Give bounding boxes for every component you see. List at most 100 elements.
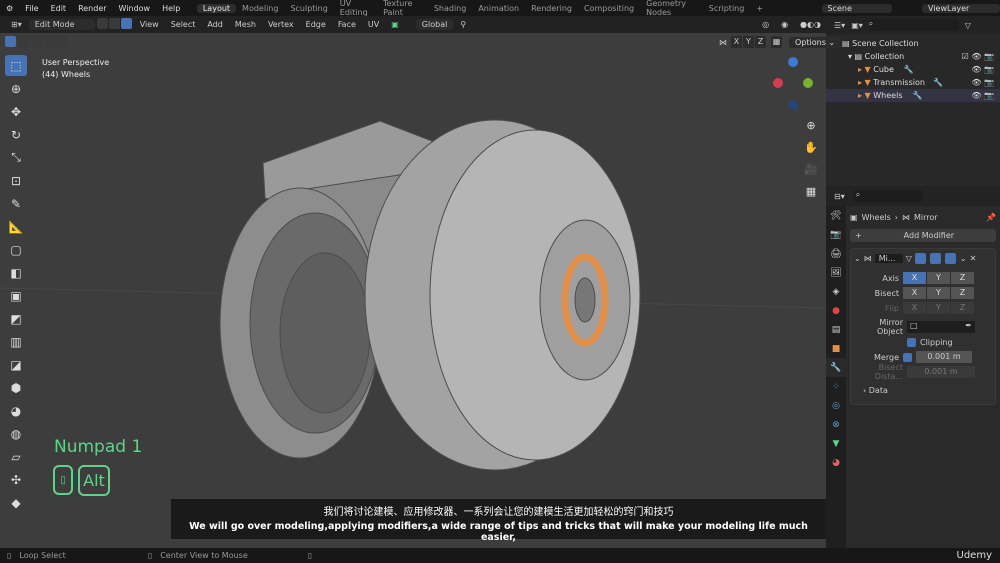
mode-selector[interactable]: Edit Mode (28, 19, 95, 30)
extrude-tool-icon[interactable]: ◧ (5, 262, 27, 283)
output-tab-icon[interactable]: 🖨 (826, 244, 846, 263)
menu-add[interactable]: Add (202, 19, 228, 30)
physics-tab-icon[interactable]: ◎ (826, 396, 846, 415)
eyedropper-icon[interactable]: ✒ (965, 321, 972, 333)
select-mode-buttons[interactable] (96, 18, 133, 31)
scene-tab-icon[interactable]: ◈ (826, 282, 846, 301)
bevel-tool-icon[interactable]: ◩ (5, 308, 27, 329)
options-dropdown[interactable]: Options ⌄ (789, 36, 842, 48)
bisect-y-toggle[interactable]: Y (927, 287, 950, 299)
add-modifier-button[interactable]: + Add Modifier (850, 229, 996, 242)
overlay-icon[interactable]: ◉ (776, 19, 793, 30)
move-tool-icon[interactable]: ✥ (5, 101, 27, 122)
transform-tool-icon[interactable]: ⊡ (5, 170, 27, 191)
clipping-checkbox[interactable] (907, 337, 916, 347)
gizmo-icon[interactable]: ◎ (757, 19, 774, 30)
material-tab-icon[interactable]: ◕ (826, 453, 846, 472)
uv-sync-icon[interactable]: ▣ (386, 19, 404, 30)
menu-view[interactable]: View (135, 19, 164, 30)
constraints-tab-icon[interactable]: ⊗ (826, 415, 846, 434)
display-mode-icon[interactable]: ☰▾ (834, 21, 845, 30)
menu-vertex[interactable]: Vertex (263, 19, 299, 30)
tab-animation[interactable]: Animation (472, 4, 525, 13)
outliner-item-cube[interactable]: ▸ ▼ Cube 🔧 👁 📷 (826, 63, 1000, 76)
merge-checkbox[interactable] (903, 352, 912, 362)
tab-compositing[interactable]: Compositing (578, 4, 640, 13)
blender-logo-icon[interactable]: ⚙ (0, 4, 19, 13)
select-extend-icon[interactable] (18, 36, 29, 47)
shear-tool-icon[interactable]: ◆ (5, 492, 27, 513)
visibility-icons[interactable]: 👁 📷 (971, 78, 994, 87)
navigation-gizmo[interactable] (770, 55, 815, 110)
menu-mesh[interactable]: Mesh (230, 19, 261, 30)
visibility-icons[interactable]: 👁 📷 (971, 65, 994, 74)
grid-icon[interactable]: ▦ (802, 181, 820, 203)
annotate-tool-icon[interactable]: ✎ (5, 193, 27, 214)
object-tab-icon[interactable]: ■ (826, 339, 846, 358)
axis-y-toggle[interactable]: Y (927, 272, 950, 284)
spin-tool-icon[interactable]: ◕ (5, 400, 27, 421)
menu-edge[interactable]: Edge (301, 19, 331, 30)
delete-modifier-icon[interactable]: ✕ (970, 254, 977, 263)
poly-build-tool-icon[interactable]: ⬢ (5, 377, 27, 398)
tab-modeling[interactable]: Modeling (236, 4, 284, 13)
menu-help[interactable]: Help (156, 4, 186, 13)
neg-z-axis-icon[interactable] (788, 100, 798, 110)
rotate-tool-icon[interactable]: ↻ (5, 124, 27, 145)
select-invert-icon[interactable] (44, 36, 55, 47)
axis-z-toggle[interactable]: Z (951, 272, 974, 284)
flip-z-toggle[interactable]: Z (951, 302, 974, 314)
outliner-item-transmission[interactable]: ▸ ▼ Transmission 🔧 👁 📷 (826, 76, 1000, 89)
tab-geometry-nodes[interactable]: Geometry Nodes (640, 0, 703, 17)
menu-file[interactable]: File (19, 4, 44, 13)
filter-icon[interactable]: ▽ (965, 21, 971, 30)
flip-x-toggle[interactable]: X (903, 302, 926, 314)
shrink-tool-icon[interactable]: ✣ (5, 469, 27, 490)
menu-select[interactable]: Select (166, 19, 201, 30)
merge-distance-field[interactable]: 0.001 m (916, 351, 972, 363)
data-subpanel[interactable]: › Data (851, 383, 995, 397)
menu-window[interactable]: Window (113, 4, 157, 13)
tab-scripting[interactable]: Scripting (703, 4, 751, 13)
menu-render[interactable]: Render (72, 4, 112, 13)
dropdown-icon[interactable]: ⌄ (960, 254, 967, 263)
selection-mode-toggles[interactable] (5, 36, 69, 47)
tool-tab-icon[interactable]: 🛠 (826, 206, 846, 225)
pin-icon[interactable]: 📌 (986, 213, 996, 222)
edge-slide-tool-icon[interactable]: ▱ (5, 446, 27, 467)
3d-viewport[interactable] (0, 33, 827, 548)
flip-y-toggle[interactable]: Y (927, 302, 950, 314)
tab-sculpting[interactable]: Sculpting (284, 4, 333, 13)
add-cube-tool-icon[interactable]: ▢ (5, 239, 27, 260)
axis-x-toggle[interactable]: X (903, 272, 926, 284)
tab-layout[interactable]: Layout (196, 3, 237, 13)
data-tab-icon[interactable]: ▼ (826, 434, 846, 453)
render-tab-icon[interactable]: 📷 (826, 225, 846, 244)
properties-search[interactable]: ⌕ (852, 190, 923, 202)
knife-tool-icon[interactable]: ◪ (5, 354, 27, 375)
mirror-y-toggle[interactable]: Y (743, 36, 754, 48)
visibility-icons[interactable]: ☑ 👁 📷 (962, 52, 994, 61)
select-intersect-icon[interactable] (57, 36, 68, 47)
z-axis-icon[interactable] (788, 57, 798, 67)
tab-rendering[interactable]: Rendering (525, 4, 578, 13)
viewport-toggle-icon[interactable] (929, 253, 941, 264)
modifier-tab-icon[interactable]: 🔧 (826, 358, 846, 377)
outliner-item-wheels[interactable]: ▸ ▼ Wheels 🔧 👁 📷 (826, 89, 1000, 102)
select-subtract-icon[interactable] (31, 36, 42, 47)
mirror-x-toggle[interactable]: X (731, 36, 742, 48)
filter-view-icon[interactable]: ▣▾ (851, 21, 863, 30)
inset-tool-icon[interactable]: ▣ (5, 285, 27, 306)
modifier-name-field[interactable]: Mi... (874, 254, 903, 263)
smooth-tool-icon[interactable]: ◍ (5, 423, 27, 444)
tab-shading[interactable]: Shading (428, 4, 473, 13)
select-box-tool-icon[interactable]: ⬚ (5, 55, 27, 76)
bisect-z-toggle[interactable]: Z (951, 287, 974, 299)
bisect-x-toggle[interactable]: X (903, 287, 926, 299)
editor-type-icon[interactable]: ⊟▾ (834, 192, 845, 201)
tab-uv-editing[interactable]: UV Editing (334, 0, 377, 17)
select-new-icon[interactable] (5, 36, 16, 47)
x-axis-icon[interactable] (773, 78, 783, 88)
edit-mode-toggle-icon[interactable]: ▽ (906, 254, 912, 263)
camera-icon[interactable]: 🎥 (802, 159, 820, 181)
